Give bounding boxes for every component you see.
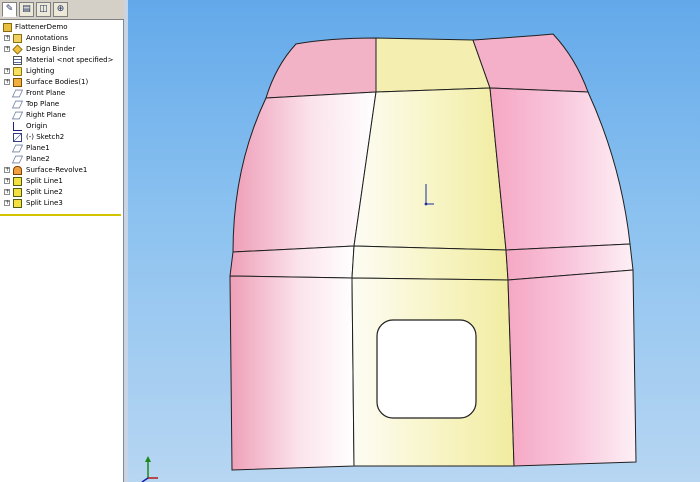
feature-manager-tab[interactable]: ✎ [2, 2, 17, 17]
split-line-icon [13, 199, 22, 208]
tree-item-plane2[interactable]: Plane2 [0, 154, 122, 165]
tree-item-annotations[interactable]: + Annotations [0, 33, 122, 44]
tree-item-label: Material <not specified> [26, 56, 114, 64]
expand-toggle[interactable]: + [4, 178, 10, 184]
plane-icon [11, 89, 24, 98]
tree-item-right-plane[interactable]: Right Plane [0, 110, 122, 121]
tree-root-label: FlattenerDemo [15, 23, 68, 31]
material-icon [13, 56, 22, 65]
tree-item-label: Split Line1 [26, 177, 63, 185]
tree-item-label: Surface Bodies(1) [26, 78, 89, 86]
tree-item-plane1[interactable]: Plane1 [0, 143, 122, 154]
tree-item-sketch2[interactable]: (-) Sketch2 [0, 132, 122, 143]
property-manager-tab[interactable]: ▤ [19, 2, 34, 17]
expand-toggle[interactable]: + [4, 35, 10, 41]
tree-item-label: (-) Sketch2 [26, 133, 65, 141]
manager-tabs: ✎ ▤ ◫ ⊕ [0, 0, 124, 20]
tree-item-lighting[interactable]: + Lighting [0, 66, 122, 77]
tree-item-label: Right Plane [26, 111, 66, 119]
model-view[interactable] [128, 0, 700, 482]
tree-item-label: Front Plane [26, 89, 66, 97]
sketch-icon [13, 133, 22, 142]
face-mid-left [232, 91, 377, 253]
tree-item-surface-revolve1[interactable]: + Surface-Revolve1 [0, 165, 122, 176]
face-low-right [507, 269, 637, 467]
plane-icon [11, 111, 24, 120]
graphics-area[interactable] [128, 0, 700, 482]
feature-manager-panel: ✎ ▤ ◫ ⊕ FlattenerDemo + Annotations + Design B… [0, 0, 124, 482]
configuration-manager-tab[interactable]: ◫ [36, 2, 51, 17]
tree-item-label: Annotations [26, 34, 69, 42]
tree-item-split-line3[interactable]: + Split Line3 [0, 198, 122, 209]
lighting-icon [13, 67, 22, 76]
annotations-icon [13, 34, 22, 43]
tree-item-label: Lighting [26, 67, 55, 75]
reference-triad-icon[interactable] [141, 456, 158, 482]
tree-item-label: Split Line2 [26, 188, 63, 196]
expand-toggle[interactable]: + [4, 68, 10, 74]
window-cutout [376, 319, 477, 419]
expand-toggle[interactable]: + [4, 200, 10, 206]
tree-item-design-binder[interactable]: + Design Binder [0, 44, 122, 55]
tree-item-material-not-specified[interactable]: Material <not specified> [0, 55, 122, 66]
split-line-icon [13, 188, 22, 197]
expand-toggle[interactable]: + [4, 167, 10, 173]
tree-item-front-plane[interactable]: Front Plane [0, 88, 122, 99]
design-binder-icon [12, 44, 23, 55]
face-belt-center [351, 245, 509, 281]
expand-toggle[interactable]: + [4, 79, 10, 85]
plane-icon [11, 144, 24, 153]
dimxpert-manager-tab[interactable]: ⊕ [53, 2, 68, 17]
tree-item-label: Design Binder [26, 45, 76, 53]
plane-icon [11, 155, 24, 164]
tree-item-label: Origin [26, 122, 48, 130]
tree-item-split-line1[interactable]: + Split Line1 [0, 176, 122, 187]
part-icon [3, 23, 12, 32]
face-top-center [375, 37, 491, 93]
tree-item-label: Plane1 [26, 144, 50, 152]
face-top-left [265, 37, 377, 99]
expand-toggle[interactable]: + [4, 46, 10, 52]
tree-item-surface-bodies-1[interactable]: + Surface Bodies(1) [0, 77, 122, 88]
surface-revolve-icon [13, 166, 22, 175]
face-belt-left [229, 245, 355, 279]
tree-item-label: Top Plane [26, 100, 60, 108]
tree-item-origin[interactable]: Origin [0, 121, 122, 132]
face-top-right [472, 33, 589, 93]
tree-root[interactable]: FlattenerDemo [0, 22, 122, 33]
surface-bodies-icon [13, 78, 22, 87]
origin-icon [13, 122, 22, 131]
tree-item-label: Plane2 [26, 155, 50, 163]
tree-item-label: Split Line3 [26, 199, 63, 207]
tree-item-split-line2[interactable]: + Split Line2 [0, 187, 122, 198]
tree-item-top-plane[interactable]: Top Plane [0, 99, 122, 110]
expand-toggle[interactable]: + [4, 189, 10, 195]
tree-item-label: Surface-Revolve1 [26, 166, 88, 174]
rollback-bar[interactable] [0, 214, 121, 216]
face-mid-right [489, 87, 631, 251]
face-low-left [229, 275, 355, 471]
plane-icon [11, 100, 24, 109]
split-line-icon [13, 177, 22, 186]
face-mid-center [353, 87, 507, 251]
